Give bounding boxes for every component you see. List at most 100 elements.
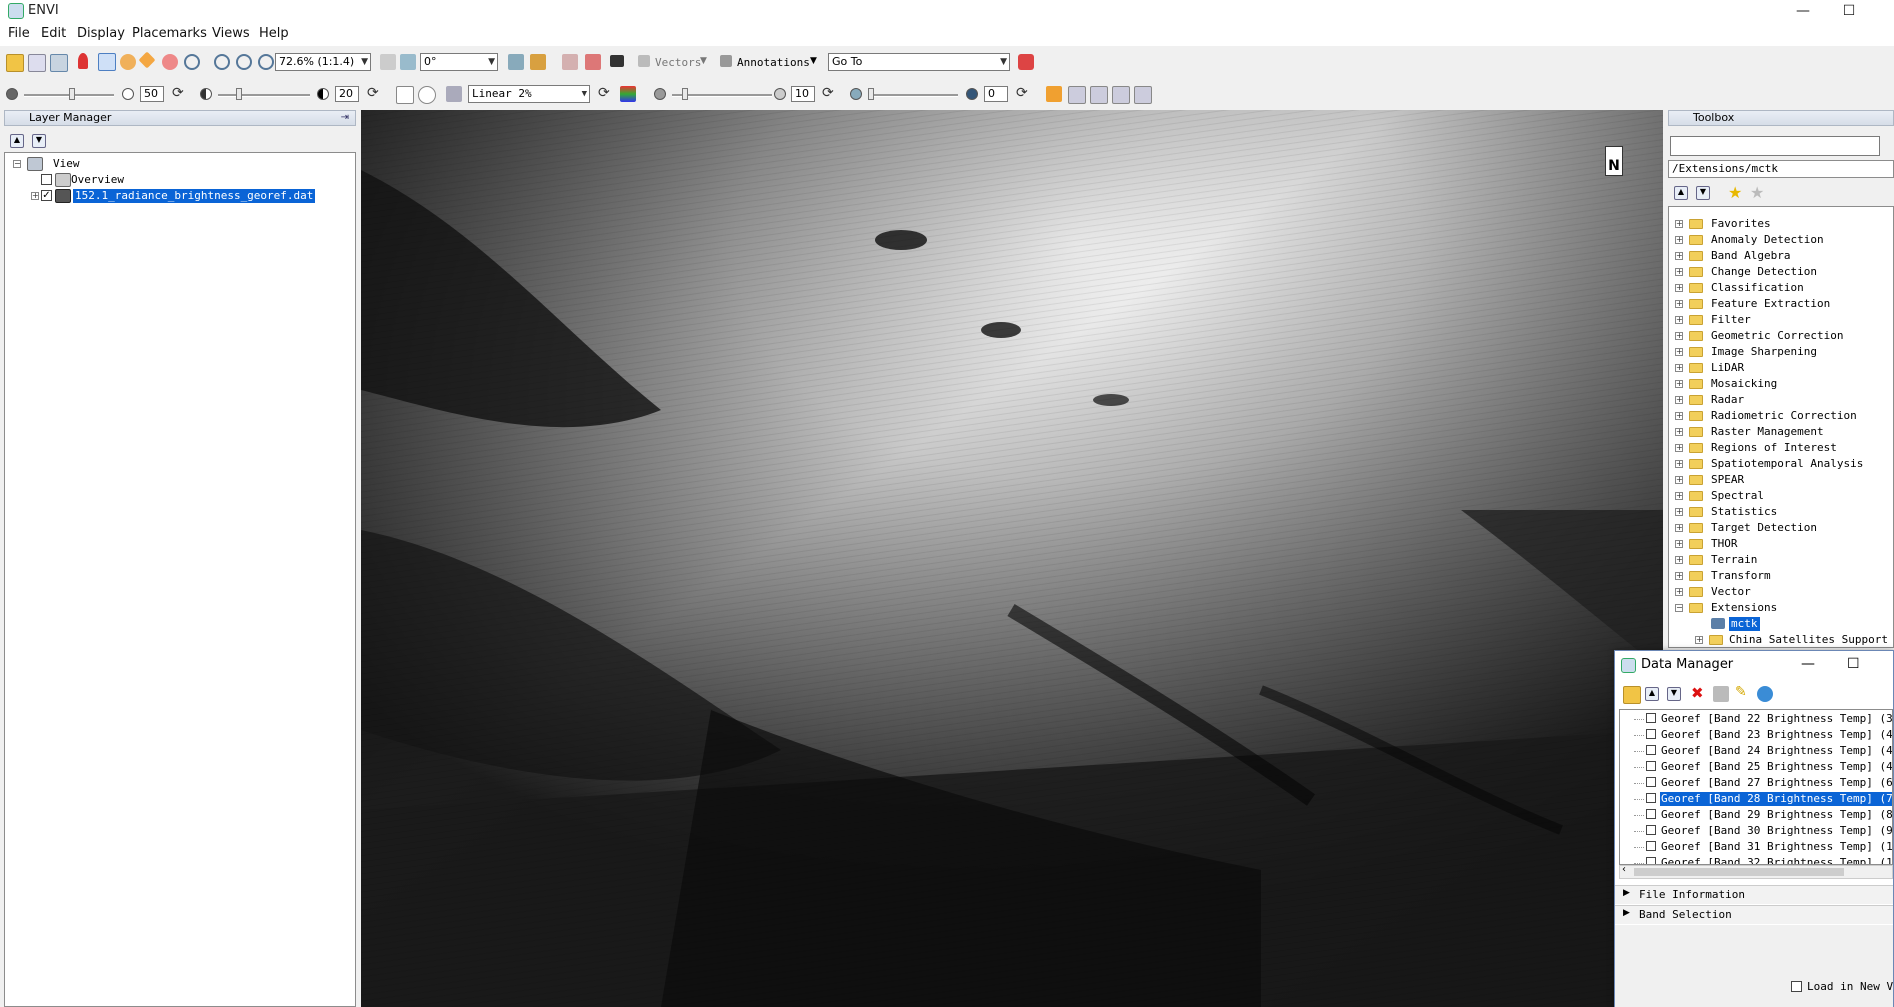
expand-icon[interactable]: + xyxy=(1675,396,1683,404)
expand-icon[interactable]: + xyxy=(1675,412,1683,420)
contrast-value[interactable]: 20 xyxy=(335,86,359,102)
band-checkbox[interactable] xyxy=(1646,745,1656,755)
layer-icon[interactable] xyxy=(50,54,68,72)
pan-hand-icon[interactable] xyxy=(120,54,136,70)
rotate-left-icon[interactable] xyxy=(380,54,396,70)
roi-icon[interactable] xyxy=(585,54,601,70)
collapse-icon[interactable]: − xyxy=(13,160,21,168)
data-manager-minimize[interactable]: — xyxy=(1801,656,1815,672)
expand-icon[interactable]: + xyxy=(1675,252,1683,260)
pin-icon[interactable]: ✎ xyxy=(1735,684,1747,700)
data-manager-maximize[interactable]: ☐ xyxy=(1847,656,1860,672)
vectors-label[interactable]: Vectors xyxy=(655,56,701,69)
zoom-icon[interactable] xyxy=(184,54,200,70)
expand-icon[interactable]: + xyxy=(31,192,39,200)
expand-icon[interactable]: + xyxy=(1675,556,1683,564)
file-information-section[interactable]: ▶ File Information xyxy=(1615,885,1893,904)
slider-thumb[interactable] xyxy=(69,88,75,100)
transparency-slider[interactable] xyxy=(868,88,958,100)
expand-icon[interactable]: + xyxy=(1675,460,1683,468)
band-checkbox[interactable] xyxy=(1646,825,1656,835)
sharpen-slider[interactable] xyxy=(672,88,772,100)
fly-icon[interactable] xyxy=(138,51,156,69)
band-checkbox[interactable] xyxy=(1646,713,1656,723)
band-selection-section[interactable]: ▶ Band Selection xyxy=(1615,905,1893,924)
collapse-all-icon[interactable]: ▲ xyxy=(1645,687,1659,701)
image-view[interactable]: N xyxy=(361,110,1663,1007)
zoom-fit-icon[interactable] xyxy=(258,54,274,70)
expand-icon[interactable]: + xyxy=(1675,540,1683,548)
band-checkbox[interactable] xyxy=(1646,857,1656,864)
annotations-label[interactable]: Annotations xyxy=(737,56,810,69)
reset-stretch-icon[interactable]: ⟳ xyxy=(598,85,610,101)
expand-icon[interactable]: + xyxy=(1675,380,1683,388)
zoom-combo[interactable]: 72.6% (1:1.4) ▼ xyxy=(275,53,371,71)
expand-icon[interactable]: + xyxy=(1675,316,1683,324)
add-favorite-icon[interactable]: ★ xyxy=(1728,183,1742,202)
expand-icon[interactable]: + xyxy=(1675,524,1683,532)
menu-placemarks[interactable]: Placemarks xyxy=(132,26,207,41)
overview-checkbox[interactable] xyxy=(41,174,52,185)
load-new-view-checkbox[interactable] xyxy=(1791,981,1802,992)
menu-help[interactable]: Help xyxy=(259,26,289,41)
goto-combo[interactable]: Go To ▼ xyxy=(828,53,1010,71)
move-up-icon[interactable]: ▲ xyxy=(10,134,24,148)
stretch-combo[interactable]: Linear 2% ▼ xyxy=(468,85,590,103)
scroll-left-icon[interactable]: ‹ xyxy=(1622,864,1626,875)
menu-display[interactable]: Display xyxy=(77,26,125,41)
close-file-icon[interactable]: ✖ xyxy=(1691,684,1704,702)
reset-brightness-icon[interactable]: ⟳ xyxy=(172,85,184,101)
blend-icon[interactable] xyxy=(1134,86,1152,104)
menu-edit[interactable]: Edit xyxy=(41,26,66,41)
scrollbar-thumb[interactable] xyxy=(1634,868,1844,876)
reset-sharpen-icon[interactable]: ⟳ xyxy=(822,85,834,101)
expand-icon[interactable]: + xyxy=(1675,348,1683,356)
contrast-slider[interactable] xyxy=(218,88,310,100)
expand-icon[interactable]: + xyxy=(1675,220,1683,228)
expand-icon[interactable]: + xyxy=(1675,444,1683,452)
remove-favorite-icon[interactable]: ★ xyxy=(1750,183,1764,202)
data-manager-icon[interactable] xyxy=(28,54,46,72)
expand-icon[interactable]: + xyxy=(1675,428,1683,436)
stretch-full-icon[interactable] xyxy=(396,86,414,104)
brightness-slider[interactable] xyxy=(24,88,114,100)
vectors-icon[interactable] xyxy=(638,55,650,67)
menu-views[interactable]: Views xyxy=(212,26,250,41)
rotate-right-icon[interactable] xyxy=(400,54,416,70)
expand-icon[interactable]: + xyxy=(1675,300,1683,308)
expand-icon[interactable]: + xyxy=(1675,332,1683,340)
expand-icon[interactable]: + xyxy=(1675,236,1683,244)
expand-all-icon[interactable]: ▼ xyxy=(1667,687,1681,701)
transparency-value[interactable]: 0 xyxy=(984,86,1008,102)
expand-icon[interactable]: + xyxy=(1675,508,1683,516)
annotations-icon[interactable] xyxy=(720,55,732,67)
pin-icon[interactable]: ⇥ xyxy=(341,111,349,125)
expand-icon[interactable]: + xyxy=(1675,588,1683,596)
sharpen-value[interactable]: 10 xyxy=(791,86,815,102)
expand-icon[interactable]: + xyxy=(1675,284,1683,292)
histogram-icon[interactable] xyxy=(620,86,636,102)
band-checkbox[interactable] xyxy=(1646,729,1656,739)
brightness-value[interactable]: 50 xyxy=(140,86,164,102)
band-checkbox[interactable] xyxy=(1646,777,1656,787)
horizontal-scrollbar[interactable]: ‹ xyxy=(1619,864,1893,879)
measure-ruler-icon[interactable] xyxy=(1046,86,1062,102)
measure-icon[interactable] xyxy=(562,54,578,70)
slider-thumb[interactable] xyxy=(868,88,874,100)
expand-icon[interactable]: + xyxy=(1675,364,1683,372)
layer-checkbox[interactable]: ✓ xyxy=(41,190,52,201)
expand-icon[interactable]: + xyxy=(1675,268,1683,276)
collapse-all-icon[interactable]: ▲ xyxy=(1674,186,1688,200)
zoom-out-icon[interactable] xyxy=(236,54,252,70)
minimize-button[interactable]: — xyxy=(1780,0,1826,22)
help-icon[interactable] xyxy=(1018,54,1034,70)
band-checkbox[interactable] xyxy=(1646,809,1656,819)
menu-file[interactable]: File xyxy=(8,26,30,41)
band-checkbox[interactable] xyxy=(1646,761,1656,771)
rotation-combo[interactable]: 0° ▼ xyxy=(420,53,498,71)
stretch-type-icon[interactable] xyxy=(446,86,462,102)
expand-icon[interactable]: + xyxy=(1695,636,1703,644)
swipe-icon[interactable] xyxy=(1090,86,1108,104)
open-file-icon[interactable] xyxy=(1623,686,1641,704)
toolbox-search-input[interactable] xyxy=(1670,136,1880,156)
